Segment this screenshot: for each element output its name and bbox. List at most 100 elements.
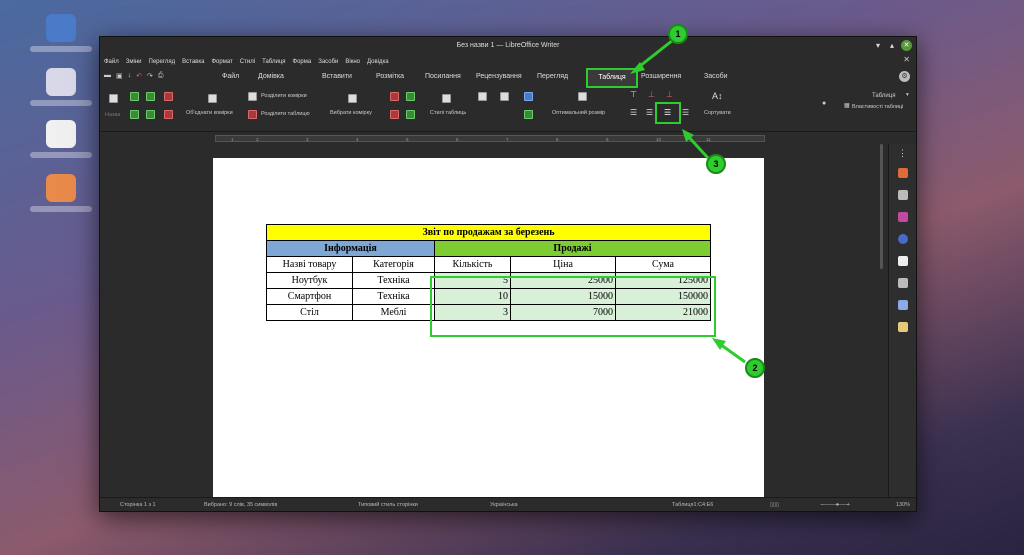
align-bottom-icon[interactable]: ⊥	[666, 90, 673, 99]
split-table-icon[interactable]	[248, 110, 257, 119]
page-style[interactable]: Типовий стиль сторінки	[358, 502, 418, 508]
tab-layout[interactable]: Розмітка	[376, 73, 404, 80]
menu-tools[interactable]: Засоби	[318, 59, 338, 65]
insert-cols-before-icon[interactable]	[130, 110, 139, 119]
align-justify-icon[interactable]: ☰	[682, 108, 689, 117]
save-icon[interactable]: ▣	[116, 72, 123, 80]
zoom-slider[interactable]: −———●——+	[820, 502, 850, 508]
cell-background-icon[interactable]	[524, 110, 533, 119]
styles-icon[interactable]	[898, 190, 908, 200]
navigator-icon[interactable]	[898, 234, 908, 244]
align-top-icon[interactable]: ⊤	[630, 90, 637, 99]
vertical-scrollbar[interactable]	[878, 144, 886, 499]
delete-cols-icon[interactable]	[164, 110, 173, 119]
tab-extensions[interactable]: Розширення	[641, 73, 681, 80]
group-sales-header[interactable]: Продажі	[434, 240, 711, 257]
optimal-size-icon[interactable]	[578, 92, 587, 101]
merge-cells-icon[interactable]	[208, 94, 217, 103]
table-styles-icon[interactable]	[442, 94, 451, 103]
insert-rows-below-icon[interactable]	[146, 92, 155, 101]
borders-icon[interactable]	[524, 92, 533, 101]
border-color-icon[interactable]	[500, 92, 509, 101]
close-doc-icon[interactable]: ✕	[903, 55, 910, 64]
close-icon[interactable]: ✕	[901, 40, 912, 51]
optimal-size-label[interactable]: Оптимальний розмір	[552, 110, 605, 116]
menu-edit[interactable]: Зміни	[126, 59, 142, 65]
settings-gear-icon[interactable]: ⚙	[899, 71, 910, 82]
header-cell[interactable]: Категорія	[352, 256, 435, 273]
header-cell[interactable]: Сума	[615, 256, 711, 273]
minimize-icon[interactable]: ▾	[876, 40, 880, 52]
delete-rows-icon[interactable]	[164, 92, 173, 101]
merge-cells-label[interactable]: Об'єднати комірки	[186, 110, 233, 116]
style-inspector-icon[interactable]	[898, 278, 908, 288]
table-props-icon[interactable]: ▦	[844, 102, 850, 109]
desktop-drive-icon[interactable]	[46, 68, 76, 96]
redo-icon[interactable]: ↷	[147, 72, 153, 80]
menu-styles[interactable]: Стилі	[240, 59, 255, 65]
scrollbar-thumb[interactable]	[880, 144, 883, 269]
menu-form[interactable]: Форма	[293, 59, 312, 65]
tab-table[interactable]: Таблиця	[586, 68, 638, 88]
table-cell[interactable]: Техніка	[352, 288, 435, 305]
insert-cols-after-icon[interactable]	[146, 110, 155, 119]
menu-icon[interactable]: ▬	[104, 72, 111, 80]
sidebar-toggle-icon[interactable]: ●	[822, 100, 826, 107]
more-options-icon[interactable]: ⋮	[898, 148, 908, 158]
align-center-v-icon[interactable]: ⊥	[648, 90, 655, 99]
sort-icon[interactable]: A↕	[712, 91, 723, 101]
design-icon[interactable]	[898, 322, 908, 332]
header-cell[interactable]: Ціна	[510, 256, 616, 273]
language[interactable]: Українська	[490, 502, 518, 508]
select-all-icon[interactable]	[406, 110, 415, 119]
menu-file[interactable]: Файл	[104, 59, 119, 65]
select-cell-icon[interactable]	[348, 94, 357, 103]
desktop-folder-icon[interactable]	[46, 14, 76, 42]
menu-table[interactable]: Таблиця	[262, 59, 285, 65]
split-table-label[interactable]: Розділити таблицю	[261, 111, 310, 117]
table-cell[interactable]: Ноутбук	[266, 272, 353, 289]
maximize-icon[interactable]: ▴	[890, 40, 894, 52]
tab-view[interactable]: Перегляд	[537, 73, 568, 80]
word-count[interactable]: Вибрано: 9 слів, 35 символів	[204, 502, 277, 508]
select-cell-label[interactable]: Вибрати комірку	[330, 110, 372, 116]
properties-icon[interactable]	[898, 168, 908, 178]
tab-review[interactable]: Рецензування	[476, 73, 522, 80]
header-cell[interactable]: Кількість	[434, 256, 511, 273]
desktop-app-icon[interactable]	[46, 174, 76, 202]
table-styles-label[interactable]: Стилі таблиць	[430, 110, 466, 116]
manage-changes-icon[interactable]	[898, 300, 908, 310]
select-row-icon[interactable]	[390, 110, 399, 119]
menu-format[interactable]: Формат	[211, 59, 232, 65]
table-props-label[interactable]: Властивості таблиці	[852, 104, 903, 110]
document-page[interactable]: Звіт по продажам за березень Інформація …	[213, 158, 764, 499]
align-left-icon[interactable]: ☰	[630, 108, 637, 117]
menu-help[interactable]: Довідка	[367, 59, 389, 65]
undo-icon[interactable]: ↶	[136, 72, 142, 80]
group-info-header[interactable]: Інформація	[266, 240, 435, 257]
menu-window[interactable]: Вікно	[345, 59, 360, 65]
zoom-level[interactable]: 130%	[896, 502, 910, 508]
insert-rows-above-icon[interactable]	[130, 92, 139, 101]
border-style-icon[interactable]	[478, 92, 487, 101]
print-icon[interactable]: ⎙	[158, 72, 164, 80]
sort-label[interactable]: Сортувати	[704, 110, 731, 116]
select-col-icon[interactable]	[406, 92, 415, 101]
header-cell[interactable]: Назві товару	[266, 256, 353, 273]
tab-references[interactable]: Посилання	[425, 73, 461, 80]
table-cell[interactable]: Меблі	[352, 304, 435, 321]
desktop-document-icon[interactable]	[46, 120, 76, 148]
table-cell[interactable]: Смартфон	[266, 288, 353, 305]
gallery-icon[interactable]	[898, 212, 908, 222]
page-icon[interactable]	[898, 256, 908, 266]
tab-home[interactable]: Домівка	[258, 73, 284, 80]
menu-view[interactable]: Перегляд	[149, 59, 176, 65]
split-cells-label[interactable]: Розділити комірки	[261, 93, 307, 99]
style-dropdown[interactable]: Таблиця	[872, 93, 895, 99]
view-layout-icon[interactable]: ▯▯▯	[770, 502, 779, 508]
ruler-bar[interactable]: 1 2 3 4 5 6 7 8 9 10 11	[215, 135, 765, 142]
table-title[interactable]: Звіт по продажам за березень	[266, 224, 711, 241]
menu-insert[interactable]: Вставка	[182, 59, 204, 65]
tab-file[interactable]: Файл	[222, 73, 239, 80]
table-cell[interactable]: Техніка	[352, 272, 435, 289]
